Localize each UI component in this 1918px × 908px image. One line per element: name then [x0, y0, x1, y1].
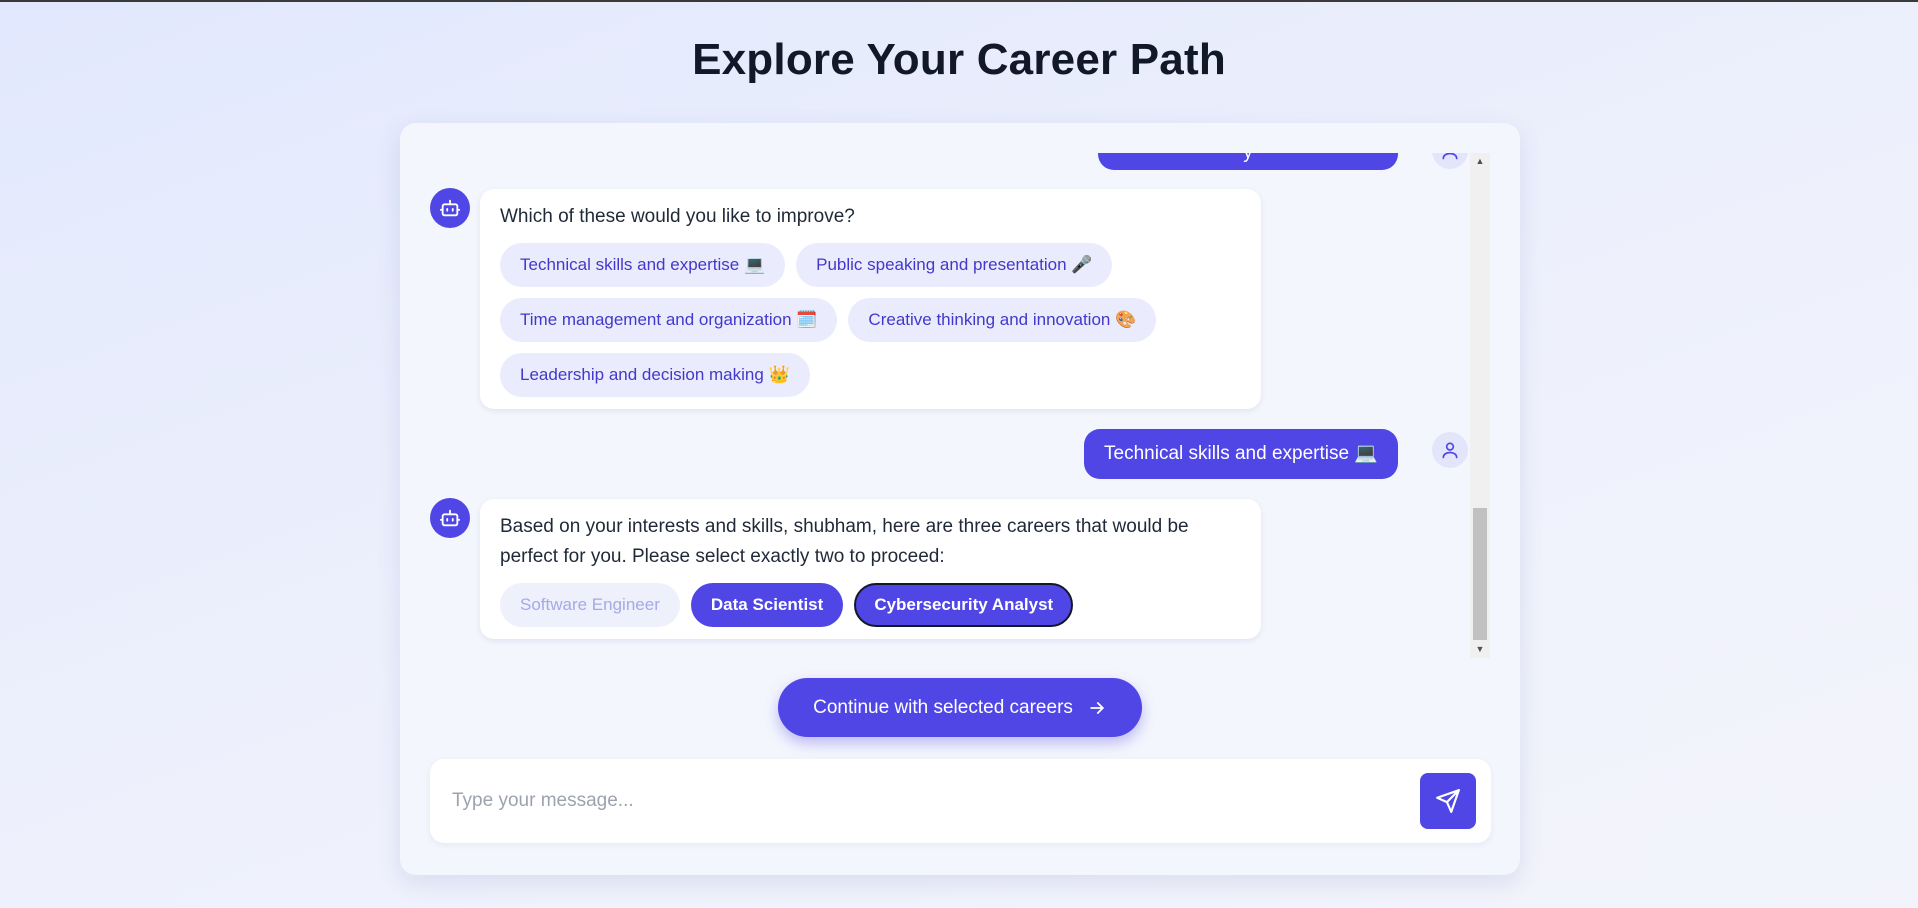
chat-scrollbar[interactable]: ▲ ▼ [1470, 153, 1490, 658]
scroll-up-arrow-icon[interactable]: ▲ [1470, 153, 1490, 170]
career-data-scientist[interactable]: Data Scientist [690, 583, 844, 627]
chat-messages[interactable]: y Which of these would you like to impro… [400, 153, 1490, 658]
career-cybersecurity-analyst[interactable]: Cybersecurity Analyst [854, 583, 1074, 627]
option-technical-skills[interactable]: Technical skills and expertise 💻 [500, 243, 786, 287]
option-creative-thinking[interactable]: Creative thinking and innovation 🎨 [848, 298, 1157, 342]
user-avatar [1432, 153, 1468, 169]
user-message-partial: y [1098, 153, 1398, 170]
bot-avatar [430, 188, 470, 228]
continue-button[interactable]: Continue with selected careers [778, 678, 1142, 737]
scrollbar-thumb[interactable] [1473, 508, 1487, 640]
page-title: Explore Your Career Path [692, 35, 1226, 84]
user-message-partial-text: y [1243, 153, 1253, 163]
continue-button-label: Continue with selected careers [813, 696, 1073, 718]
option-time-management[interactable]: Time management and organization 🗓️ [500, 298, 838, 342]
bot-avatar [430, 498, 470, 538]
bot-message: Based on your interests and skills, shub… [480, 499, 1261, 639]
scroll-down-arrow-icon[interactable]: ▼ [1470, 641, 1490, 658]
option-leadership[interactable]: Leadership and decision making 👑 [500, 353, 810, 397]
robot-icon [439, 509, 461, 527]
career-options: Software Engineer Data Scientist Cyberse… [500, 583, 1241, 627]
career-software-engineer[interactable]: Software Engineer [500, 583, 680, 627]
arrow-right-icon [1090, 701, 1104, 714]
message-input[interactable] [452, 779, 1372, 823]
improvement-options: Technical skills and expertise 💻 Public … [500, 243, 1241, 397]
send-button[interactable] [1420, 773, 1476, 829]
user-avatar [1432, 432, 1468, 468]
user-message: Technical skills and expertise 💻 [1084, 429, 1398, 479]
bot-message-text: Which of these would you like to improve… [500, 206, 855, 227]
user-icon [1442, 153, 1458, 160]
user-icon [1442, 442, 1458, 459]
message-composer [430, 759, 1491, 843]
bot-message: Which of these would you like to improve… [480, 189, 1261, 409]
send-icon [1436, 789, 1460, 813]
bot-message-text: Based on your interests and skills, shub… [500, 516, 1189, 567]
chat-card: y Which of these would you like to impro… [400, 123, 1520, 875]
robot-icon [439, 199, 461, 217]
option-public-speaking[interactable]: Public speaking and presentation 🎤 [796, 243, 1113, 287]
